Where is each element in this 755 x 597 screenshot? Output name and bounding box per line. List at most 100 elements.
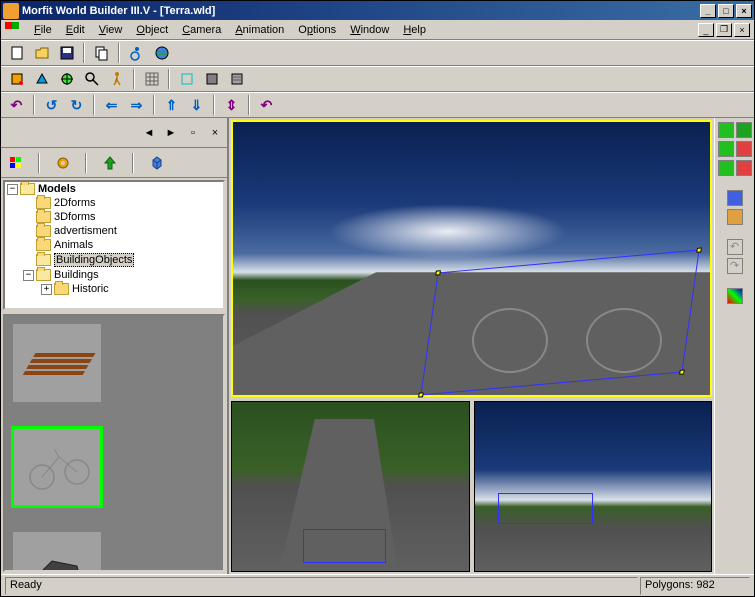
panel-cube-button[interactable]	[145, 152, 168, 174]
rt-cube1-button[interactable]	[736, 122, 752, 138]
undo-icon: ↶	[11, 97, 23, 114]
flip-v-icon: ⇕	[226, 97, 238, 114]
wireframe-icon	[179, 71, 195, 87]
tree-item-buildingobjects[interactable]: BuildingObjects	[5, 252, 223, 268]
rt-triangle-button[interactable]	[727, 209, 743, 225]
menu-edit[interactable]: Edit	[59, 22, 92, 38]
accessibility-button[interactable]	[125, 42, 148, 64]
tree-root[interactable]: −Models	[5, 182, 223, 196]
window-title: Morfit World Builder III.V - [Terra.wld]	[22, 5, 700, 17]
select-object-button[interactable]	[5, 68, 28, 90]
wireframe-button[interactable]	[175, 68, 198, 90]
viewport-main[interactable]	[231, 120, 712, 397]
menu-object[interactable]: Object	[129, 22, 175, 38]
thumbnail-bench[interactable]	[11, 322, 103, 404]
thumbnail-panel[interactable]	[3, 314, 225, 572]
menu-animation[interactable]: Animation	[228, 22, 291, 38]
selection-box[interactable]	[420, 250, 700, 396]
menu-options[interactable]: Options	[291, 22, 343, 38]
tree-item-animals[interactable]: Animals	[5, 238, 223, 252]
panel-close-button[interactable]: ▫	[184, 124, 202, 142]
close-button[interactable]: ×	[736, 4, 752, 18]
mdi-restore-button[interactable]: ❐	[716, 23, 732, 37]
new-button[interactable]	[5, 42, 28, 64]
wheelchair-icon	[129, 45, 145, 61]
window-buttons: _ □ ×	[700, 4, 752, 18]
rt-scale-button[interactable]	[718, 160, 734, 176]
maximize-button[interactable]: □	[718, 4, 734, 18]
textured-icon	[229, 71, 245, 87]
rt-cube2-button[interactable]	[736, 160, 752, 176]
rt-redo-button[interactable]: ↷	[727, 258, 743, 274]
viewport-row	[231, 401, 712, 572]
rt-rotate-button[interactable]	[718, 122, 734, 138]
tree-icon	[102, 155, 118, 171]
menu-window[interactable]: Window	[343, 22, 396, 38]
move-right-button[interactable]: ⇒	[125, 94, 148, 116]
workspace: ◄ ► ▫ × −Models 2Dforms 3Dforms advertis…	[1, 118, 754, 574]
bench-preview	[17, 333, 97, 393]
toolbar-edit	[1, 66, 754, 92]
thumbnail-bicycle[interactable]	[11, 426, 103, 508]
shaded-button[interactable]	[200, 68, 223, 90]
globe-button[interactable]	[150, 42, 173, 64]
tree-item-historic[interactable]: +Historic	[5, 282, 223, 296]
tree-item-2dforms[interactable]: 2Dforms	[5, 196, 223, 210]
menu-file[interactable]: File	[27, 22, 59, 38]
thumbnail-stone[interactable]	[11, 530, 103, 572]
mdi-close-button[interactable]: ×	[734, 23, 750, 37]
rt-move-button[interactable]	[718, 141, 734, 157]
zoom-button[interactable]	[80, 68, 103, 90]
menu-camera[interactable]: Camera	[175, 22, 228, 38]
undo-button[interactable]: ↶	[5, 94, 28, 116]
panel-fwd-button[interactable]: ►	[162, 124, 180, 142]
new-icon	[9, 45, 25, 61]
textured-button[interactable]	[225, 68, 248, 90]
flip-h-button[interactable]: ↶	[255, 94, 278, 116]
rt-undo-button[interactable]: ↶	[727, 239, 743, 255]
panel-mode-toolbar	[1, 148, 227, 178]
panel-multi-button[interactable]	[4, 152, 27, 174]
walk-icon	[109, 71, 125, 87]
move-left-button[interactable]: ⇐	[100, 94, 123, 116]
panel-tree-button[interactable]	[98, 152, 121, 174]
flip-h-icon: ↶	[261, 97, 273, 114]
panel-back-button[interactable]: ◄	[140, 124, 158, 142]
viewport-top[interactable]	[231, 401, 470, 572]
copy-button[interactable]	[90, 42, 113, 64]
model-tree[interactable]: −Models 2Dforms 3Dforms advertisment Ani…	[3, 180, 225, 310]
arrow-up-icon: ⇑	[166, 97, 178, 114]
rotate-cw-button[interactable]: ↻	[65, 94, 88, 116]
globe-icon	[154, 45, 170, 61]
menu-help[interactable]: Help	[396, 22, 433, 38]
move-down-button[interactable]: ⇓	[185, 94, 208, 116]
flip-v-button[interactable]: ⇕	[220, 94, 243, 116]
move-button[interactable]	[55, 68, 78, 90]
minimize-button[interactable]: _	[700, 4, 716, 18]
open-button[interactable]	[30, 42, 53, 64]
grid-icon	[144, 71, 160, 87]
menu-view[interactable]: View	[92, 22, 130, 38]
mdi-minimize-button[interactable]: _	[698, 23, 714, 37]
viewport-side[interactable]	[474, 401, 713, 572]
rt-puzzle-button[interactable]	[727, 288, 743, 304]
tree-item-3dforms[interactable]: 3Dforms	[5, 210, 223, 224]
clouds-decoration	[328, 204, 567, 259]
select-poly-button[interactable]	[30, 68, 53, 90]
panel-gear-button[interactable]	[51, 152, 74, 174]
rotate-ccw-button[interactable]: ↺	[40, 94, 63, 116]
tree-item-advertisment[interactable]: advertisment	[5, 224, 223, 238]
arrow-right-icon: ⇒	[131, 97, 143, 114]
panel-x-button[interactable]: ×	[206, 124, 224, 142]
save-button[interactable]	[55, 42, 78, 64]
move-up-button[interactable]: ⇑	[160, 94, 183, 116]
mdi-icon	[5, 22, 21, 38]
select-object-icon	[9, 71, 25, 87]
grid-button[interactable]	[140, 68, 163, 90]
arrow-down-icon: ⇓	[191, 97, 203, 114]
walk-button[interactable]	[105, 68, 128, 90]
tree-item-buildings[interactable]: −Buildings	[5, 268, 223, 282]
rt-cube3-button[interactable]	[727, 190, 743, 206]
rt-globe-button[interactable]	[736, 141, 752, 157]
multi-color-icon	[8, 155, 24, 171]
